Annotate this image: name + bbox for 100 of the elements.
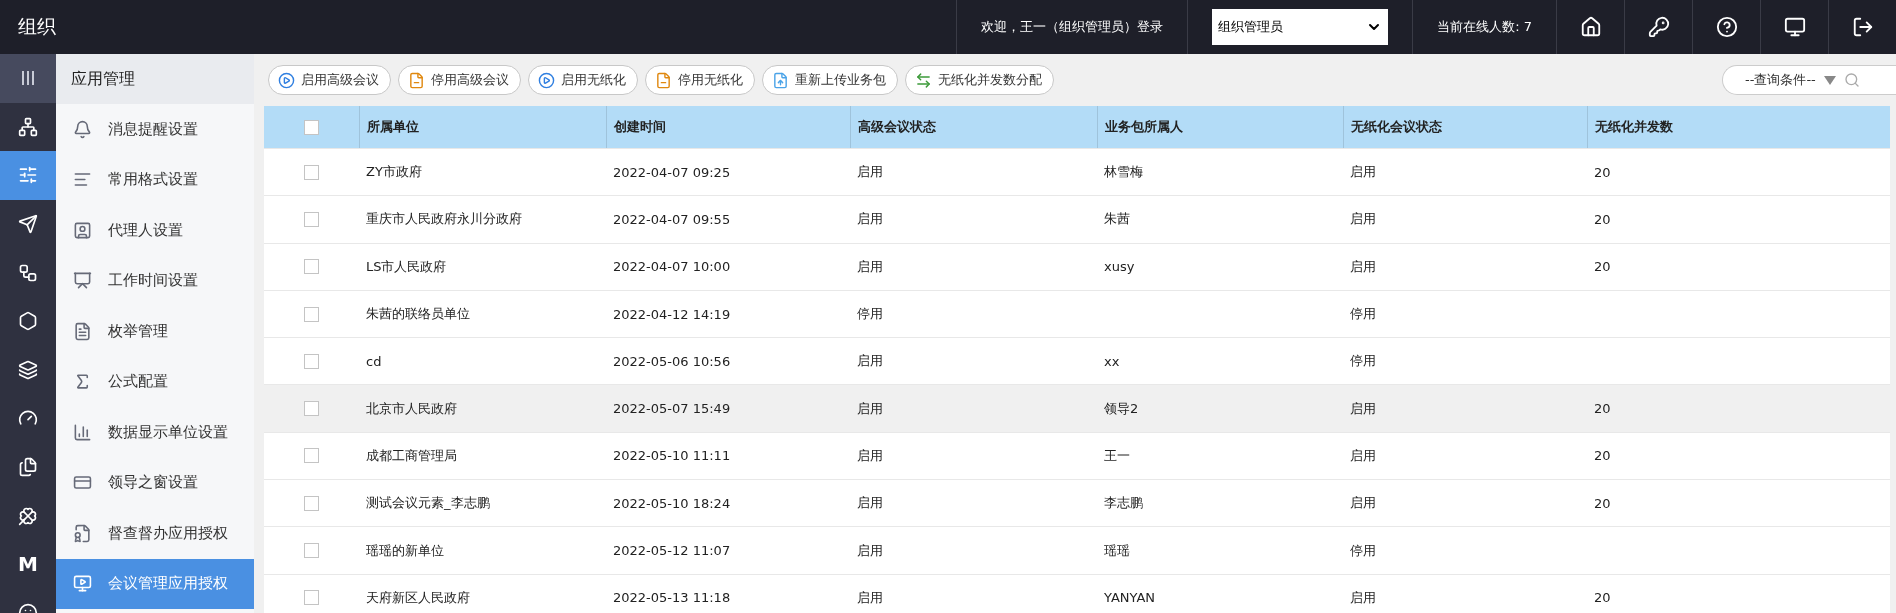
rail-icon — [18, 165, 38, 186]
table-cell: 启用 — [857, 210, 883, 229]
row-checkbox[interactable] — [304, 590, 319, 606]
table-cell: 启用 — [1350, 588, 1376, 607]
table-cell: 北京市人民政府 — [366, 399, 457, 418]
select-all-checkbox[interactable] — [304, 119, 319, 135]
table-cell: 2022-05-06 10:56 — [613, 353, 731, 369]
home-icon[interactable] — [1579, 16, 1602, 38]
row-checkbox[interactable] — [304, 306, 319, 322]
sidebar-title: 应用管理 — [71, 68, 135, 90]
enable-icon — [278, 71, 295, 89]
table-cell: 2022-04-07 09:25 — [613, 164, 731, 180]
table-cell: YANYAN — [1104, 590, 1156, 606]
query-select[interactable]: --查询条件-- — [1722, 65, 1896, 95]
row-checkbox[interactable] — [304, 543, 319, 558]
table-cell: 启用 — [1350, 257, 1376, 276]
help-icon[interactable] — [1715, 16, 1738, 38]
toolbar-button[interactable]: 停用高级会议 — [398, 65, 521, 95]
key-icon[interactable] — [1647, 16, 1670, 38]
table-cell: 天府新区人民政府 — [366, 588, 470, 607]
menu-item-icon — [73, 523, 92, 543]
table-cell: 2022-05-07 15:49 — [613, 401, 731, 417]
sidebar-item[interactable]: 工作时间设置 — [56, 255, 254, 306]
role-select[interactable]: 组织管理员 — [1212, 9, 1389, 45]
row-checkbox[interactable] — [304, 259, 319, 275]
table-cell: 2022-05-10 11:11 — [613, 448, 731, 464]
table-cell: 2022-05-13 11:18 — [613, 590, 731, 606]
table-cell: 20 — [1594, 164, 1611, 180]
column-header: 所属单位 — [359, 106, 606, 148]
table-cell: 林雪梅 — [1104, 163, 1143, 182]
table-cell: 启用 — [857, 352, 883, 371]
table-cell: 启用 — [1350, 446, 1376, 465]
sidebar-item[interactable]: 枚举管理 — [56, 306, 254, 357]
enable-icon — [538, 71, 555, 89]
table-cell: 启用 — [857, 399, 883, 418]
table-row[interactable]: 北京市人民政府 2022-05-07 15:49 启用 领导2 启用 20 — [264, 385, 1890, 433]
table-cell: xusy — [1104, 259, 1135, 275]
row-checkbox[interactable] — [304, 495, 319, 511]
table-cell: 启用 — [1350, 210, 1376, 229]
table-cell: 启用 — [857, 163, 883, 182]
menu-item-icon — [73, 271, 92, 291]
table-cell: 启用 — [857, 588, 883, 607]
column-header: 高级会议状态 — [850, 106, 1097, 148]
table-cell: LS市人民政府 — [366, 257, 447, 276]
menu-item-icon — [73, 574, 92, 594]
sidebar-item[interactable]: 督查督办应用授权 — [56, 508, 254, 559]
toolbar-button[interactable]: 重新上传业务包 — [762, 65, 898, 95]
row-checkbox[interactable] — [304, 164, 319, 180]
table-cell: 启用 — [857, 494, 883, 513]
table-cell: 停用 — [857, 305, 883, 324]
table-cell: 瑶瑶 — [1104, 541, 1130, 560]
table-cell: 启用 — [1350, 399, 1376, 418]
disable-icon — [655, 71, 672, 89]
table-cell: 20 — [1594, 401, 1611, 417]
toolbar-button[interactable]: 启用高级会议 — [268, 65, 391, 95]
row-checkbox[interactable] — [304, 401, 319, 417]
upload-icon — [772, 71, 789, 89]
table-cell: 启用 — [857, 257, 883, 276]
rail-icon — [18, 359, 38, 380]
row-checkbox[interactable] — [304, 211, 319, 227]
toolbar-button[interactable]: 停用无纸化 — [645, 65, 755, 95]
sidebar-item[interactable]: 代理人设置 — [56, 205, 254, 256]
table-cell: 20 — [1594, 495, 1611, 511]
row-checkbox[interactable] — [304, 448, 319, 464]
disable-icon — [408, 71, 425, 89]
table-cell: 朱茜 — [1104, 210, 1130, 229]
table-cell: 李志鹏 — [1104, 494, 1143, 513]
sidebar-item[interactable]: 数据显示单位设置 — [56, 407, 254, 458]
rail-item[interactable]: M — [0, 539, 56, 589]
search-icon — [1843, 72, 1860, 88]
table-cell: 重庆市人民政府永川分政府 — [366, 210, 522, 229]
allocate-icon — [915, 71, 932, 89]
sidebar-item[interactable]: 消息提醒设置 — [56, 104, 254, 155]
sidebar-item[interactable]: 公式配置 — [56, 356, 254, 407]
table-cell: cd — [366, 353, 382, 369]
table-cell: 王一 — [1104, 446, 1130, 465]
menu-item-icon — [73, 119, 92, 139]
column-header: 无纸化会议状态 — [1343, 106, 1587, 148]
table-cell: 启用 — [1350, 163, 1376, 182]
logout-icon[interactable] — [1851, 16, 1874, 38]
sidebar-item[interactable]: 常用格式设置 — [56, 154, 254, 205]
column-header: 无纸化并发数 — [1587, 106, 1834, 148]
table-cell: 朱茜的联络员单位 — [366, 305, 470, 324]
rail-icon — [18, 116, 38, 137]
toolbar-button[interactable]: 无纸化并发数分配 — [905, 65, 1054, 95]
table-cell: 2022-04-07 09:55 — [613, 211, 731, 227]
table-cell: ZY市政府 — [366, 163, 422, 182]
table-cell: 2022-04-12 14:19 — [613, 306, 731, 322]
table-cell: 成都工商管理局 — [366, 446, 457, 465]
menu-icon[interactable] — [21, 70, 35, 87]
sidebar-item[interactable]: 领导之窗设置 — [56, 457, 254, 508]
row-checkbox[interactable] — [304, 353, 319, 369]
table-cell: 启用 — [857, 541, 883, 560]
monitor-icon[interactable] — [1783, 16, 1806, 38]
menu-item-icon — [73, 422, 92, 442]
rail-icon — [18, 214, 38, 235]
table-cell: 停用 — [1350, 305, 1376, 324]
app-title: 组织 — [18, 14, 56, 39]
table-cell: 2022-04-07 10:00 — [613, 259, 731, 275]
toolbar-button[interactable]: 启用无纸化 — [528, 65, 638, 95]
